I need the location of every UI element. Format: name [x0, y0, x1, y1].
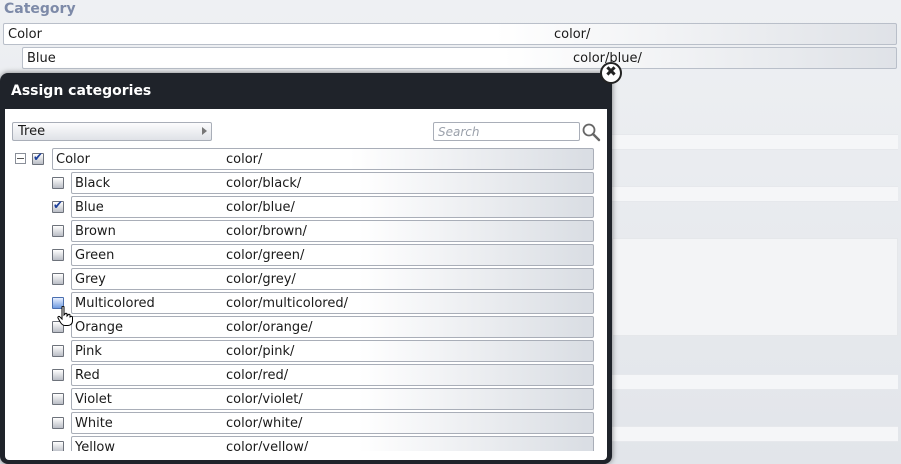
tree-item-name: Orange: [75, 320, 124, 335]
tree-item-path: color/blue/: [226, 200, 295, 215]
tree-item-path: color/red/: [226, 368, 289, 383]
tree-item-name: Red: [75, 368, 100, 383]
bg-field: [612, 426, 898, 442]
tree-item[interactable]: Violet color/violet/: [71, 388, 594, 410]
category-row-path: color/: [554, 27, 591, 42]
tree-item[interactable]: Green color/green/: [71, 244, 594, 266]
checkbox[interactable]: [52, 441, 64, 451]
tree-item-name: Pink: [75, 344, 102, 359]
tree-row: Grey color/grey/: [12, 267, 597, 291]
tree-item[interactable]: Color color/: [52, 148, 594, 170]
tree-item-path: color/: [226, 152, 263, 167]
checkbox[interactable]: [52, 417, 64, 429]
tree-item-name: Violet: [75, 392, 112, 407]
search-icon[interactable]: [581, 122, 601, 142]
checkbox[interactable]: [52, 369, 64, 381]
tree-item-path: color/orange/: [226, 320, 313, 335]
tree-item-name: Color: [56, 152, 90, 167]
tree-item[interactable]: Yellow color/yellow/: [71, 436, 594, 451]
tree-row: Brown color/brown/: [12, 219, 597, 243]
dialog-title: Assign categories: [11, 83, 152, 99]
checkbox[interactable]: [52, 345, 64, 357]
close-icon[interactable]: ✖: [600, 62, 622, 84]
checkbox[interactable]: [52, 273, 64, 285]
bg-field: [612, 374, 898, 390]
tree-item-path: color/violet/: [226, 392, 303, 407]
tree-row: Orange color/orange/: [12, 315, 597, 339]
tree-item[interactable]: Brown color/brown/: [71, 220, 594, 242]
tree-row-color: Color color/: [12, 147, 597, 171]
category-tree: Color color/ Black color/black/ Blue col…: [12, 147, 597, 451]
tree-row: Black color/black/: [12, 171, 597, 195]
tree-item[interactable]: Orange color/orange/: [71, 316, 594, 338]
tree-row: Yellow color/yellow/: [12, 435, 597, 451]
tree-item-path: color/pink/: [226, 344, 295, 359]
checkbox[interactable]: [32, 150, 44, 165]
bg-field: [612, 186, 898, 202]
tree-item-name: Green: [75, 248, 115, 263]
category-row-color[interactable]: Color color/: [3, 23, 897, 45]
assign-categories-dialog: Assign categories Tree Color color/: [0, 73, 612, 464]
tree-row: Multicolored color/multicolored/: [12, 291, 597, 315]
checkbox[interactable]: [52, 225, 64, 237]
tree-row: Pink color/pink/: [12, 339, 597, 363]
tree-item-path: color/black/: [226, 176, 302, 191]
tree-item-name: Brown: [75, 224, 116, 239]
tree-item-path: color/white/: [226, 416, 303, 431]
tree-item-name: Multicolored: [75, 296, 155, 311]
tree-item-path: color/brown/: [226, 224, 307, 239]
tree-item[interactable]: Grey color/grey/: [71, 268, 594, 290]
tree-row: Red color/red/: [12, 363, 597, 387]
tree-item[interactable]: Blue color/blue/: [71, 196, 594, 218]
tree-item-path: color/grey/: [226, 272, 296, 287]
tree-item[interactable]: Black color/black/: [71, 172, 594, 194]
tree-item-path: color/yellow/: [226, 440, 309, 451]
checkbox[interactable]: [52, 177, 64, 189]
checkbox[interactable]: [52, 198, 64, 213]
chevron-right-icon: [202, 127, 207, 135]
bg-field: [612, 134, 898, 150]
view-mode-select[interactable]: Tree: [12, 122, 212, 141]
bg-textarea: [612, 238, 898, 336]
view-mode-label: Tree: [18, 124, 46, 139]
tree-row: Blue color/blue/: [12, 195, 597, 219]
tree-item-name: Yellow: [75, 440, 116, 451]
tree-row: Green color/green/: [12, 243, 597, 267]
tree-item-name: Grey: [75, 272, 106, 287]
category-row-name: Color: [8, 27, 42, 42]
category-row-blue[interactable]: Blue color/blue/: [22, 47, 897, 69]
tree-item-path: color/green/: [226, 248, 305, 263]
tree-item-path: color/multicolored/: [226, 296, 348, 311]
search-input[interactable]: [433, 122, 580, 141]
category-row-name: Blue: [27, 51, 56, 66]
checkbox[interactable]: [52, 249, 64, 261]
tree-item[interactable]: Pink color/pink/: [71, 340, 594, 362]
tree-item[interactable]: White color/white/: [71, 412, 594, 434]
tree-row: White color/white/: [12, 411, 597, 435]
tree-item-name: White: [75, 416, 113, 431]
tree-row: Violet color/violet/: [12, 387, 597, 411]
collapse-icon[interactable]: [15, 153, 26, 164]
tree-item[interactable]: Red color/red/: [71, 364, 594, 386]
tree-item[interactable]: Multicolored color/multicolored/: [71, 292, 594, 314]
tree-item-name: Blue: [75, 200, 104, 215]
dialog-body: Tree Color color/ Black colo: [5, 109, 607, 460]
category-section-title: Category: [4, 1, 76, 17]
checkbox[interactable]: [52, 393, 64, 405]
hand-cursor-icon: [57, 306, 73, 326]
tree-item-name: Black: [75, 176, 111, 191]
